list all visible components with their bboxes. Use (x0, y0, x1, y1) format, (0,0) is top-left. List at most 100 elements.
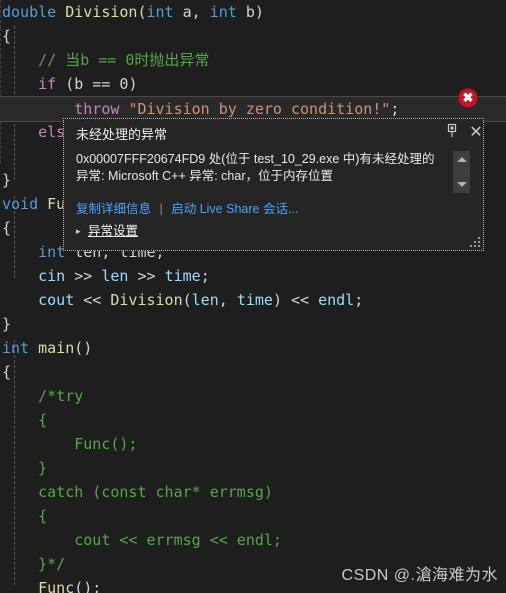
code-line[interactable]: Func(); (0, 432, 506, 456)
code-line-text: } (0, 456, 47, 480)
code-token: ; (354, 291, 364, 309)
code-line-text: cout << errmsg << endl; (0, 528, 282, 552)
dialog-message-scrollbar[interactable] (453, 151, 470, 193)
code-token: << (74, 291, 111, 309)
code-token: { (2, 411, 48, 429)
code-token: b (74, 75, 84, 93)
code-token: /*try (2, 387, 84, 405)
code-token: int (38, 243, 66, 261)
grip-dot (474, 245, 476, 247)
code-line-text: { (0, 24, 11, 48)
code-line[interactable]: { (0, 408, 506, 432)
code-token: } (2, 459, 48, 477)
start-live-share-session-link[interactable]: 启动 Live Share 会话... (171, 202, 298, 216)
code-token: catch (const char* errmsg) (2, 483, 273, 501)
code-line-text: int main() (0, 336, 92, 360)
grip-dot (470, 245, 472, 247)
scroll-up-arrow-icon[interactable] (456, 154, 467, 164)
dialog-links-row: 复制详细信息 | 启动 Live Share 会话... (76, 198, 298, 217)
code-token: }*/ (2, 555, 66, 573)
code-token: { (2, 507, 48, 525)
code-token: cin (38, 267, 66, 285)
exception-settings-expander[interactable]: ▸ 异常设置 (76, 220, 138, 239)
dialog-body: 0x00007FFF20674FD9 处(位于 test_10_29.exe 中… (76, 151, 450, 185)
unhandled-exception-dialog[interactable]: 未经处理的异常 ✕ 0x00007FFF20674FD9 处(位于 test_1… (63, 118, 484, 251)
code-token: cout (38, 291, 75, 309)
code-line-text: /*try (0, 384, 83, 408)
code-token: main (38, 339, 75, 357)
code-token: , (218, 291, 237, 309)
code-token: void (2, 195, 39, 213)
pin-glyph (447, 123, 457, 137)
copy-details-link[interactable]: 复制详细信息 (76, 202, 151, 216)
code-line-text: } (0, 312, 11, 336)
code-line-text: cout << Division(len, time) << endl; (0, 288, 363, 312)
code-token: } (2, 171, 12, 189)
code-line[interactable]: } (0, 456, 506, 480)
code-line[interactable]: cin >> len >> time; (0, 264, 506, 288)
code-token: Func (38, 579, 75, 593)
pin-icon[interactable] (442, 123, 462, 143)
dialog-resize-grip[interactable] (468, 235, 482, 249)
code-token: ) (128, 75, 138, 93)
link-separator: | (159, 202, 163, 216)
exception-settings-label[interactable]: 异常设置 (88, 224, 138, 238)
grip-dot (478, 237, 480, 239)
code-line[interactable]: catch (const char* errmsg) (0, 480, 506, 504)
csdn-watermark: CSDN @.滄海难为水 (341, 567, 498, 584)
code-line[interactable]: cout << Division(len, time) << endl; (0, 288, 506, 312)
grip-dot (474, 241, 476, 243)
code-line[interactable]: /*try (0, 384, 506, 408)
code-line[interactable]: int main() (0, 336, 506, 360)
exception-error-glyph-icon[interactable]: ✖ (458, 88, 478, 108)
code-line-text: } (0, 168, 11, 192)
code-token: } (2, 315, 12, 333)
code-token: len (101, 267, 129, 285)
code-line[interactable]: { (0, 504, 506, 528)
code-token: ( (137, 3, 147, 21)
code-token: endl (318, 291, 355, 309)
code-token: int (2, 339, 30, 357)
code-token: { (2, 219, 12, 237)
grip-dot (478, 241, 480, 243)
code-token: >> (65, 267, 102, 285)
code-token: == (83, 75, 120, 93)
code-line[interactable]: cout << errmsg << endl; (0, 528, 506, 552)
code-line[interactable]: { (0, 360, 506, 384)
code-line[interactable]: double Division(int a, int b) (0, 0, 506, 24)
code-token: cout << errmsg << endl; (2, 531, 282, 549)
code-token: >> (128, 267, 165, 285)
code-line-text: Func(); (0, 576, 101, 593)
code-token: throw (74, 100, 120, 118)
code-token: int (209, 3, 237, 21)
code-token: ( (56, 75, 75, 93)
code-line-text: if (b == 0) (0, 72, 137, 96)
code-line[interactable]: } (0, 312, 506, 336)
code-editor-surface[interactable]: double Division(int a, int b){ // 当b == … (0, 0, 506, 593)
code-token: b (245, 3, 255, 21)
close-icon[interactable]: ✕ (466, 123, 486, 143)
scroll-down-arrow-icon[interactable] (456, 179, 467, 189)
code-token: time (164, 267, 201, 285)
code-token: , (191, 3, 210, 21)
code-line-text: { (0, 408, 47, 432)
code-line-text: // 当b == 0时抛出异常 (0, 48, 209, 72)
code-token: { (2, 27, 12, 45)
arrow-down-glyph (456, 182, 467, 187)
code-token: Division (65, 3, 138, 21)
code-line-text: { (0, 360, 11, 384)
code-line[interactable]: if (b == 0) (0, 72, 506, 96)
code-line[interactable]: // 当b == 0时抛出异常 (0, 48, 506, 72)
code-line[interactable]: { (0, 24, 506, 48)
code-token: ) (254, 3, 264, 21)
code-token: // 当b == 0时抛出异常 (2, 51, 210, 69)
dialog-header: 未经处理的异常 ✕ (64, 119, 483, 148)
